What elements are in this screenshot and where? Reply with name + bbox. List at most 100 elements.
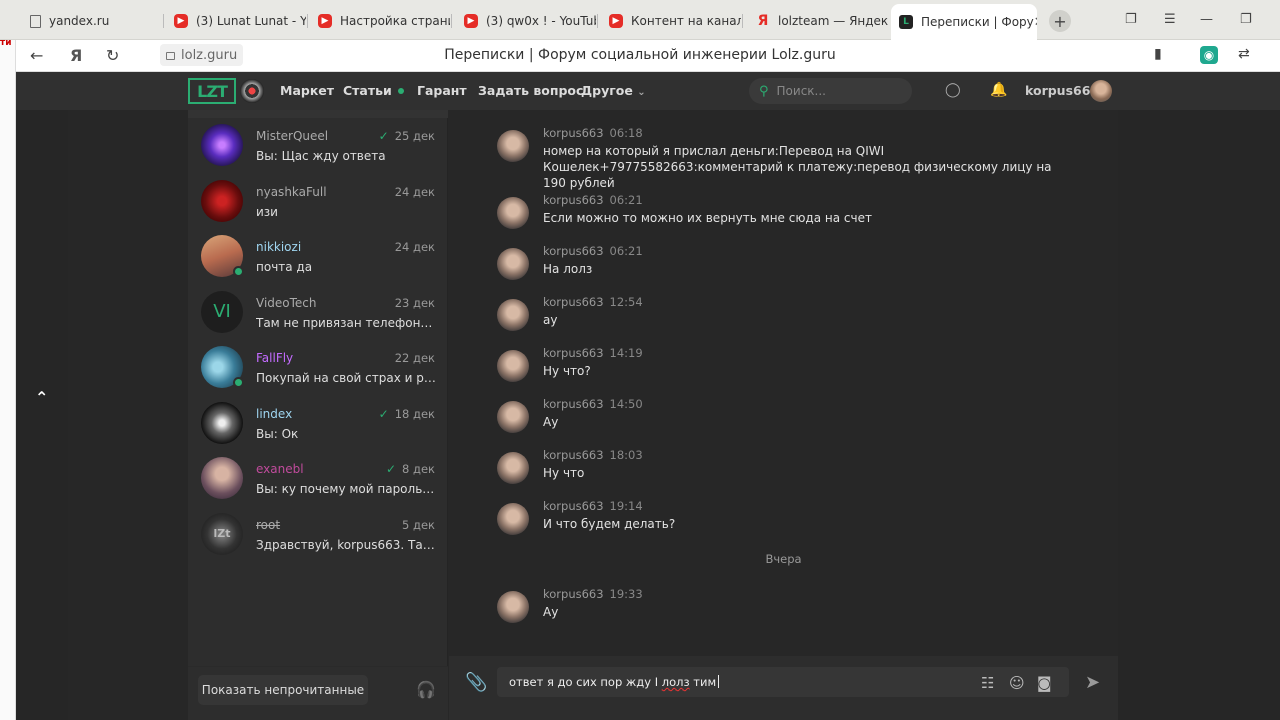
nav-articles[interactable]: Статьи bbox=[343, 83, 404, 98]
conversation-avatar[interactable] bbox=[201, 179, 243, 222]
nav-guarantor[interactable]: Гарант bbox=[417, 83, 467, 98]
conversation-name[interactable]: exanebl bbox=[256, 462, 304, 476]
message-time: 18:03 bbox=[609, 448, 643, 462]
conversation-date: 23 дек bbox=[394, 295, 435, 310]
address-bar: ← Я ↻ lolz.guru Переписки | Форум социал… bbox=[0, 40, 1280, 72]
conversation-name[interactable]: nikkiozi bbox=[256, 240, 301, 254]
menu-icon[interactable]: ☰ bbox=[1164, 12, 1176, 27]
message-time: 14:19 bbox=[609, 346, 643, 360]
message-time: 06:21 bbox=[609, 244, 643, 258]
conversation-preview: почта да bbox=[256, 260, 313, 274]
conversation-item[interactable]: nyashkaFull 24 дек изи bbox=[188, 174, 448, 229]
conversation-avatar[interactable]: lZt bbox=[201, 512, 243, 555]
conversation-name[interactable]: FallFly bbox=[256, 351, 293, 365]
conversation-item[interactable]: MisterQueel ✓ 25 дек Вы: Щас жду ответа bbox=[188, 118, 448, 173]
message-text: И что будем делать? bbox=[543, 517, 676, 531]
search-box[interactable]: ⚲ bbox=[749, 78, 912, 104]
nav-other[interactable]: Другое ⌄ bbox=[581, 83, 646, 98]
attach-icon[interactable]: 📎 bbox=[465, 672, 487, 693]
conversation-avatar[interactable] bbox=[201, 235, 244, 277]
bookmark-icon[interactable]: ▮ bbox=[1154, 46, 1162, 62]
message-author[interactable]: korpus663 bbox=[543, 346, 604, 360]
conversation-avatar[interactable] bbox=[201, 346, 244, 388]
message-time: 06:18 bbox=[609, 126, 643, 140]
conversation-item[interactable]: VI VideoTech 23 дек Там не привязан телефон… bbox=[188, 285, 448, 340]
conversation-avatar[interactable] bbox=[201, 124, 243, 166]
conversation-name[interactable]: root bbox=[256, 518, 280, 532]
user-avatar[interactable] bbox=[1090, 80, 1112, 102]
message-author[interactable]: korpus663 bbox=[543, 587, 604, 601]
message-time: 19:14 bbox=[609, 499, 643, 513]
message-time: 14:50 bbox=[609, 397, 643, 411]
tab-5[interactable]: Яlolzteam — Яндекс: н bbox=[748, 6, 888, 36]
message-input[interactable]: ответ я до сих пор жду I лолз тим ☷ ☺ ◙ bbox=[497, 667, 1069, 697]
close-tab-icon[interactable]: ✕ bbox=[1034, 15, 1037, 30]
tab-2[interactable]: ▶Настройка страниц bbox=[310, 6, 450, 36]
nav-market[interactable]: Маркет bbox=[280, 83, 334, 98]
conversation-avatar[interactable] bbox=[201, 401, 243, 444]
tab-3[interactable]: ▶(3) qw0x ! - YouTube bbox=[456, 6, 596, 36]
tab-4[interactable]: ▶Контент на канале - bbox=[601, 6, 741, 36]
extension-icon[interactable]: ◉ bbox=[1200, 46, 1218, 64]
emoji-icon[interactable]: ☺ bbox=[1009, 674, 1025, 692]
message-avatar[interactable] bbox=[497, 350, 529, 382]
conversation-name[interactable]: nyashkaFull bbox=[256, 185, 327, 199]
conversation-avatar[interactable] bbox=[201, 457, 243, 499]
headset-icon[interactable]: 🎧 bbox=[416, 680, 436, 699]
site-header: LZT Маркет Статьи Гарант Задать вопрос Д… bbox=[16, 72, 1280, 110]
conversation-item[interactable]: nikkiozi 24 дек почта да bbox=[188, 229, 448, 284]
conversation-date: 22 дек bbox=[394, 351, 435, 365]
nav-ask[interactable]: Задать вопрос bbox=[478, 83, 583, 98]
conversation-item[interactable]: exanebl ✓8 дек Вы: ку почему мой пароль не… bbox=[188, 451, 448, 506]
message-avatar[interactable] bbox=[497, 299, 529, 331]
message-avatar[interactable] bbox=[497, 130, 529, 162]
search-input[interactable] bbox=[776, 84, 887, 98]
message-avatar[interactable] bbox=[497, 452, 529, 484]
restore-icon[interactable]: ❐ bbox=[1240, 12, 1252, 27]
bell-icon[interactable]: 🔔 bbox=[990, 82, 1007, 98]
site-logo[interactable]: LZT bbox=[188, 78, 236, 104]
message-author[interactable]: korpus663 bbox=[543, 126, 604, 140]
message-avatar[interactable] bbox=[497, 248, 529, 280]
chevron-down-icon: ⌄ bbox=[637, 87, 646, 98]
header-username[interactable]: korpus663 bbox=[1025, 83, 1099, 98]
message-author[interactable]: korpus663 bbox=[543, 244, 604, 258]
conversations-icon[interactable]: ◯ bbox=[945, 82, 961, 98]
minimize-icon[interactable]: — bbox=[1200, 12, 1213, 27]
show-unread-button[interactable]: Показать непрочитанные bbox=[198, 675, 368, 705]
collections-icon[interactable]: ❐ bbox=[1125, 12, 1137, 27]
conversation-item[interactable]: FallFly 22 дек Покупай на свой страх и рис… bbox=[188, 340, 448, 395]
message-avatar[interactable] bbox=[497, 591, 529, 623]
new-tab-button[interactable]: + bbox=[1049, 10, 1071, 32]
message-author[interactable]: korpus663 bbox=[543, 295, 604, 309]
conversation-preview: Вы: ку почему мой пароль не ... bbox=[256, 482, 436, 496]
conversation-name[interactable]: MisterQueel bbox=[256, 129, 328, 143]
message-avatar[interactable] bbox=[497, 197, 529, 229]
composer: 📎 ответ я до сих пор жду I лолз тим ☷ ☺ … bbox=[449, 656, 1118, 720]
list-format-icon[interactable]: ☷ bbox=[981, 674, 994, 692]
conversation-avatar[interactable]: VI bbox=[201, 290, 243, 333]
conversation-name[interactable]: lindex bbox=[256, 407, 292, 421]
tab-0[interactable]: yandex.ru bbox=[22, 6, 162, 36]
message-avatar[interactable] bbox=[497, 503, 529, 535]
tab-6-active[interactable]: LПереписки | Фору✕ bbox=[891, 4, 1037, 40]
conversation-date: ✓ 18 дек bbox=[378, 406, 435, 421]
day-separator: Вчера bbox=[765, 552, 802, 566]
message-author[interactable]: korpus663 bbox=[543, 448, 604, 462]
translate-icon[interactable]: ⇄ bbox=[1238, 46, 1250, 62]
conversation-item[interactable]: lindex ✓ 18 дек Вы: Ок bbox=[188, 396, 448, 451]
message-author[interactable]: korpus663 bbox=[543, 193, 604, 207]
message-time: 06:21 bbox=[609, 193, 643, 207]
conversation-name[interactable]: VideoTech bbox=[256, 296, 317, 310]
message-text: Если можно то можно их вернуть мне сюда … bbox=[543, 211, 872, 225]
message-text: Ну что bbox=[543, 466, 585, 480]
tab-1[interactable]: ▶(3) Lunat Lunat - You bbox=[166, 6, 306, 36]
message-avatar[interactable] bbox=[497, 401, 529, 433]
send-icon[interactable]: ➤ bbox=[1085, 672, 1100, 693]
message-author[interactable]: korpus663 bbox=[543, 397, 604, 411]
conversation-item[interactable]: lZtroot 5 дек Здравствуй, korpus663. Так к… bbox=[188, 507, 448, 562]
scroll-top-icon[interactable]: ⌃ bbox=[35, 388, 48, 407]
camera-icon[interactable]: ◙ bbox=[1037, 674, 1052, 692]
page-title: Переписки | Форум социальной инженерии L… bbox=[444, 47, 836, 63]
message-author[interactable]: korpus663 bbox=[543, 499, 604, 513]
